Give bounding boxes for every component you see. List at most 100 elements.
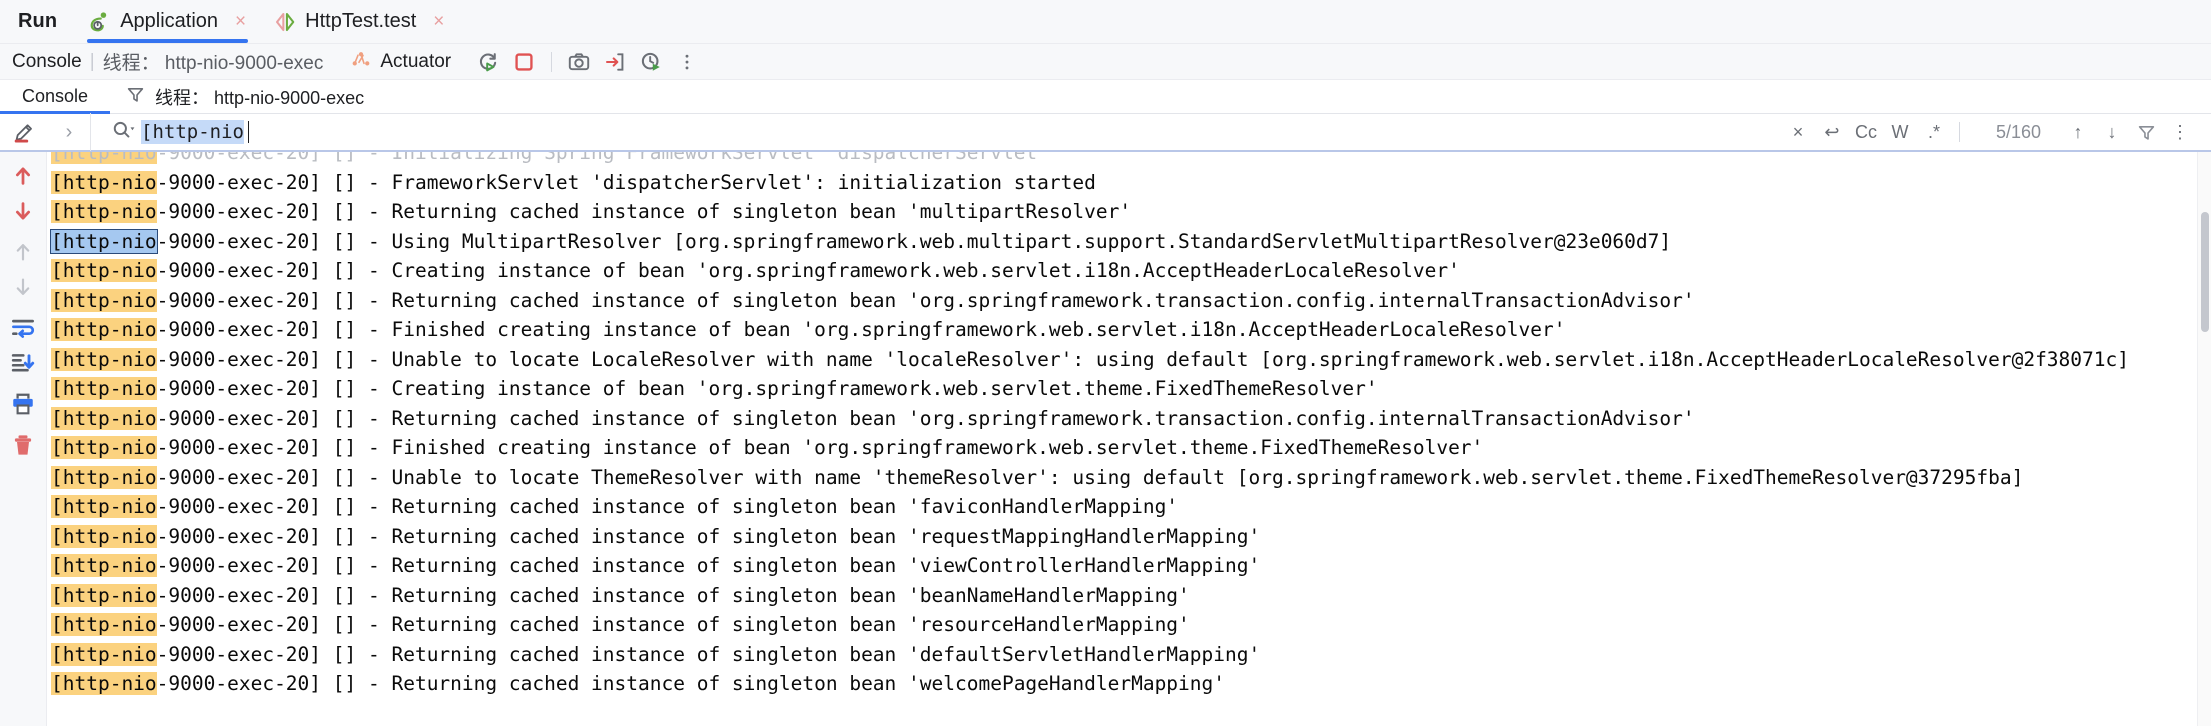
search-match-token: [http-nio [51,377,157,400]
filter-icon [126,85,145,109]
search-match-token: [http-nio [51,672,157,695]
console-line-text: -9000-exec-20] [] - Returning cached ins… [156,288,1695,312]
console-main-area: [http-nio-9000-exec-20] [] - Initializin… [0,152,2211,726]
console-line-text: -9000-exec-20] [] - Returning cached ins… [156,406,1695,430]
console-line: [http-nio-9000-exec-20] [] - Returning c… [51,551,2211,581]
console-gutter-toolbar [0,152,47,726]
console-scrollbar-thumb[interactable] [2201,212,2209,332]
prev-match-button[interactable]: ↑ [2063,117,2093,147]
edit-pencil-icon[interactable] [0,113,48,151]
console-line-text: -9000-exec-20] [] - Returning cached ins… [156,642,1261,666]
run-tab-httptest-label: HttpTest.test [305,10,417,32]
console-line-text: -9000-exec-20] [] - Unable to locate Loc… [156,347,2129,371]
console-line-text: -9000-exec-20] [] - FrameworkServlet 'di… [156,170,1096,194]
search-match-token: [http-nio [51,465,157,489]
console-line: [http-nio-9000-exec-20] [] - Finished cr… [51,315,2211,345]
console-line: [http-nio-9000-exec-20] [] - Returning c… [51,640,2211,670]
console-line-text: -9000-exec-20] [] - Returning cached ins… [156,583,1190,607]
more-vertical-icon[interactable]: ⋮ [2165,117,2195,147]
search-match-token: [http-nio [51,200,157,223]
search-input[interactable]: [http-nio [141,120,244,144]
camera-icon[interactable] [564,47,594,77]
console-line: [http-nio-9000-exec-20] [] - Creating in… [51,374,2211,404]
console-lines: [http-nio-9000-exec-20] [] - Initializin… [50,152,2211,699]
match-count-label: 5/160 [1995,121,2041,142]
tab-console[interactable]: Console [0,80,111,114]
http-request-icon [274,11,296,33]
search-match-token: [http-nio [51,288,157,312]
tab-console-label: Console [22,86,89,106]
run-tool-window-tabbar: Run Application × HttpTest.test × [0,0,2211,44]
search-match-token: [http-nio [51,170,157,194]
console-scrollbar-track[interactable] [2197,152,2211,726]
thread-filter-chip[interactable]: 线程： http-nio-9000-exec [110,80,364,113]
stop-icon[interactable] [509,47,539,77]
search-dropdown-icon[interactable] [111,119,137,145]
run-actions-toolbar [473,47,702,77]
run-tab-httptest[interactable]: HttpTest.test × [260,0,458,43]
chevron-right-icon[interactable]: › [48,113,90,151]
print-icon[interactable] [3,386,43,421]
up-next-icon[interactable] [3,234,43,269]
console-line-text: -9000-exec-20] [] - Returning cached ins… [156,554,1261,577]
console-line-text: -9000-exec-20] [] - Creating instance of… [156,377,1378,400]
scroll-to-end-icon[interactable] [3,345,43,380]
actuator-label: Actuator [380,50,452,72]
console-output[interactable]: [http-nio-9000-exec-20] [] - Initializin… [47,152,2211,726]
export-icon[interactable] [600,47,630,77]
down-error-icon[interactable] [3,193,43,228]
console-line-text: -9000-exec-20] [] - Finished creating in… [156,436,1484,459]
match-case-toggle[interactable]: Cc [1851,117,1881,147]
actuator-tab[interactable]: Actuator [351,49,451,75]
console-line-text: -9000-exec-20] [] - Returning cached ins… [156,495,1179,518]
console-line: [http-nio-9000-exec-20] [] - Returning c… [51,404,2211,434]
more-vertical-icon[interactable] [672,47,702,77]
search-match-token: [http-nio [50,228,158,254]
console-line: [http-nio-9000-exec-20] [] - Unable to l… [51,463,2211,493]
soft-wrap-icon[interactable] [3,310,43,345]
console-line-text: -9000-exec-20] [] - Creating instance of… [156,259,1460,282]
clear-all-icon[interactable] [3,427,43,462]
console-line-text: -9000-exec-20] [] - Finished creating in… [156,318,1566,341]
breadcrumb-console[interactable]: Console [12,51,82,73]
up-error-icon[interactable] [3,158,43,193]
search-bar-left: › [0,113,91,151]
search-match-token: [http-nio [51,495,157,518]
search-match-token: [http-nio [51,583,157,607]
search-match-token: [http-nio [51,259,157,282]
console-tab-row: Console 线程： http-nio-9000-exec [0,80,2211,114]
close-icon[interactable]: × [433,12,444,31]
search-match-token: [http-nio [51,554,157,577]
search-match-token: [http-nio [51,406,157,430]
wrap-search-icon[interactable]: ↩ [1817,117,1847,147]
search-divider [1958,122,1960,142]
thread-filter-label: 线程： http-nio-9000-exec [155,87,365,108]
close-icon[interactable]: × [235,12,246,31]
search-match-token: [http-nio [51,436,157,459]
actuator-icon [351,49,371,75]
search-match-token: [http-nio [51,318,157,341]
run-tab-application-label: Application [120,10,219,32]
regex-toggle[interactable]: .* [1919,117,1949,147]
rerun-icon[interactable] [473,47,503,77]
run-tool-window-title: Run [18,10,58,32]
console-line-text: -9000-exec-20] [] - Initializing Spring … [156,152,1049,164]
profiler-icon[interactable] [636,47,666,77]
whole-words-toggle[interactable]: W [1885,117,1915,147]
search-match-token: [http-nio [51,524,157,548]
breadcrumb-thread[interactable]: 线程： http-nio-9000-exec [103,48,324,75]
down-next-icon[interactable] [3,269,43,304]
filter-icon[interactable] [2131,117,2161,147]
clear-search-icon[interactable]: × [1783,117,1813,147]
console-line-text: -9000-exec-20] [] - Returning cached ins… [156,200,1132,223]
search-match-token: [http-nio [51,152,157,164]
console-line: [http-nio-9000-exec-20] [] - Initializin… [51,152,2211,168]
search-match-token: [http-nio [51,347,157,371]
next-match-button[interactable]: ↓ [2097,117,2127,147]
console-line: [http-nio-9000-exec-20] [] - Returning c… [51,197,2211,227]
console-line: [http-nio-9000-exec-20] [] - Creating in… [51,256,2211,286]
search-input-wrapper[interactable]: [http-nio [91,113,1783,151]
run-tab-application[interactable]: Application × [75,0,260,43]
breadcrumb: Console | 线程： http-nio-9000-exec [12,48,323,75]
console-line-text: -9000-exec-20] [] - Using MultipartResol… [156,229,1672,253]
